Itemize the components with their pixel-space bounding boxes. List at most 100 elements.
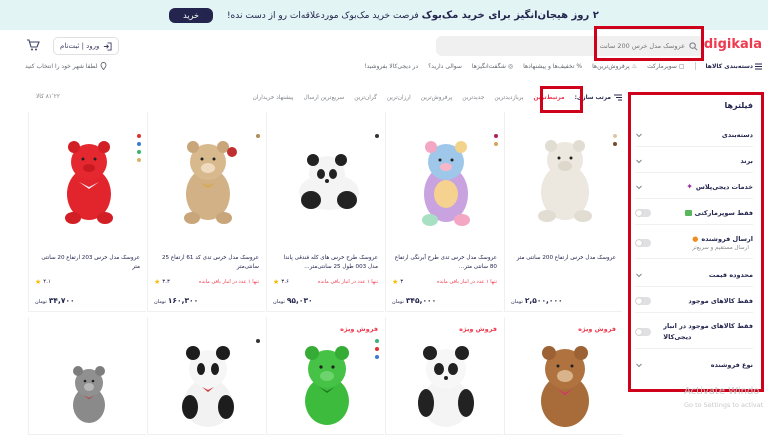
- color-swatches: [375, 339, 379, 359]
- color-dot: [375, 355, 379, 359]
- banner-buy-button[interactable]: خرید: [169, 7, 213, 23]
- product-card[interactable]: [147, 317, 265, 435]
- product-meta: تنها ۱ عدد در انبار باقی مانده ۳.۳ ★: [154, 278, 259, 286]
- sort-most-expensive[interactable]: گران‌ترین: [354, 95, 377, 101]
- seller-shipping-toggle[interactable]: [635, 238, 651, 247]
- star-icon: ★: [392, 278, 399, 286]
- toman-label: تومان: [35, 299, 47, 305]
- product-image[interactable]: [400, 130, 492, 230]
- star-icon: ★: [273, 278, 280, 286]
- stock-warning: تنها ۱ عدد در انبار باقی مانده: [318, 279, 378, 285]
- stock-warning: تنها ۱ عدد در انبار باقی مانده: [437, 279, 497, 285]
- color-dot: [375, 134, 379, 138]
- filter-price-range[interactable]: محدوده قیمت: [635, 263, 753, 287]
- product-image[interactable]: [519, 331, 611, 431]
- product-card[interactable]: فروش ویژه: [266, 317, 384, 435]
- color-dot: [613, 134, 617, 138]
- nav-faq[interactable]: سوالی دارید؟: [428, 63, 462, 70]
- filter-seller-shipping[interactable]: ارسال فروشنده ● ارسال مستقیم و سریع‌تر: [635, 227, 753, 259]
- star-icon: ★: [35, 278, 42, 286]
- color-dot: [375, 347, 379, 351]
- nav-amazing[interactable]: ◎ شگفت‌انگیزها: [472, 63, 513, 70]
- product-rating: ۳ ★: [392, 278, 404, 286]
- product-card[interactable]: فروش ویژه: [504, 317, 622, 435]
- product-title[interactable]: عروسک مدل خرس ارتفاع 200 سانتی متر: [511, 254, 616, 272]
- product-price: ۱۶۰,۳۰۰ تومان: [154, 296, 199, 305]
- filter-seller-type[interactable]: نوع فروشنده: [635, 353, 753, 377]
- color-swatches: [494, 134, 498, 146]
- product-title[interactable]: عروسک مدل خرس 203 ارتفاع 20 سانتی متر: [35, 254, 140, 272]
- filter-digiplus[interactable]: خدمات دیجی‌پلاس ✦: [635, 175, 753, 199]
- product-price: ۲,۵۰۰,۰۰۰ تومان: [511, 296, 563, 305]
- fire-icon: ♨: [631, 62, 638, 70]
- login-label: ورود | ثبت‌نام: [60, 42, 100, 50]
- sort-buyers-choice[interactable]: پیشنهاد خریداران: [253, 95, 294, 101]
- sort-bestselling[interactable]: پرفروش‌ترین: [421, 95, 453, 101]
- product-rating: ۳.۳ ★: [154, 278, 170, 286]
- filter-brand[interactable]: برند: [635, 149, 753, 173]
- warehouse-toggle[interactable]: [635, 327, 651, 336]
- product-price: ۳۴۵,۰۰۰ تومان: [392, 296, 437, 305]
- sort-bar: مرتب سازی: مرتبط‌ترین پربازدیدترین جدیدت…: [28, 91, 622, 107]
- nav-categories[interactable]: دسته‌بندی کالاها: [706, 63, 762, 70]
- star-icon: ★: [154, 278, 161, 286]
- product-card[interactable]: [28, 317, 146, 435]
- product-card[interactable]: عروسک مدل خرس 203 ارتفاع 20 سانتی متر ۴.۱…: [28, 112, 146, 312]
- percent-icon: %: [576, 62, 583, 70]
- filter-category[interactable]: دسته‌بندی: [635, 123, 753, 147]
- color-dot: [137, 150, 141, 154]
- cart-icon[interactable]: [26, 38, 40, 52]
- sort-newest[interactable]: جدیدترین: [462, 95, 484, 101]
- product-card[interactable]: عروسک مدل خرس تدی طرح آبرنگی ارتفاع 80 س…: [385, 112, 503, 312]
- product-rating: ۳.۶ ★: [273, 278, 289, 286]
- menu-icon: [755, 63, 762, 69]
- result-count: ۸۱٬۲۲ کالا: [36, 94, 60, 100]
- product-meta: تنها ۱ عدد در انبار باقی مانده ۳.۶ ★: [273, 278, 378, 286]
- nav-bestsellers[interactable]: ♨ پرفروش‌ترین‌ها: [592, 63, 637, 70]
- product-image[interactable]: [519, 130, 611, 230]
- product-meta: ۴.۱ ★: [35, 278, 140, 286]
- color-dot: [256, 339, 260, 343]
- available-toggle[interactable]: [635, 296, 651, 305]
- location-selector[interactable]: لطفا شهر خود را انتخاب کنید: [25, 62, 107, 70]
- product-image[interactable]: [281, 331, 373, 431]
- login-button[interactable]: ورود | ثبت‌نام: [53, 37, 120, 55]
- sort-icon: [614, 94, 622, 101]
- product-image[interactable]: [162, 331, 254, 431]
- nav-offers[interactable]: % تخفیف‌ها و پیشنهادها: [523, 63, 582, 70]
- product-card[interactable]: عروسک طرح خرس های کله فندقی پاندا مدل 00…: [266, 112, 384, 312]
- color-dot: [137, 142, 141, 146]
- stock-warning: تنها ۱ عدد در انبار باقی مانده: [199, 279, 259, 285]
- product-image[interactable]: [43, 130, 135, 230]
- supermarket-toggle[interactable]: [635, 208, 651, 217]
- product-image[interactable]: [281, 130, 373, 230]
- filter-available-only[interactable]: فقط کالاهای موجود: [635, 289, 753, 313]
- nav-sell[interactable]: در دیجی‌کالا بفروشید!: [364, 63, 418, 70]
- banner-text: ۲ روز هیجان‌انگیز برای خرید مک‌بوک فرصت …: [226, 9, 599, 21]
- product-price: ۹۵,۰۳۰ تومان: [273, 296, 313, 305]
- filter-warehouse-only[interactable]: فقط کالاهای موجود در انبار دیجی‌کالا: [635, 315, 753, 349]
- sort-most-viewed[interactable]: پربازدیدترین: [494, 95, 523, 101]
- product-card[interactable]: فروش ویژه: [385, 317, 503, 435]
- chevron-down-icon: [636, 185, 642, 189]
- product-title[interactable]: عروسک طرح خرس های کله فندقی پاندا مدل 00…: [273, 254, 379, 272]
- plus-star-icon: ✦: [686, 182, 693, 191]
- product-card[interactable]: عروسک مدل خرس ارتفاع 200 سانتی متر ۲,۵۰۰,…: [504, 112, 622, 312]
- main-nav: دسته‌بندی کالاها ▢ سوپرمارکت ♨ پرفروش‌ترین…: [0, 62, 768, 76]
- nav-supermarket[interactable]: ▢ سوپرمارکت: [647, 63, 684, 70]
- sort-cheapest[interactable]: ارزان‌ترین: [387, 95, 411, 101]
- special-sale-badge: فروش ویژه: [340, 325, 378, 333]
- product-image[interactable]: [162, 130, 254, 230]
- product-card[interactable]: عروسک مدل خرس تدی کد 61 ارتفاع 25 سانتی‌…: [147, 112, 265, 312]
- sort-fastest-shipping[interactable]: سریع‌ترین ارسال: [304, 95, 345, 101]
- product-image[interactable]: [43, 331, 135, 431]
- product-title[interactable]: عروسک مدل خرس تدی کد 61 ارتفاع 25 سانتی‌…: [154, 254, 259, 272]
- color-swatches: [613, 134, 617, 146]
- product-title[interactable]: عروسک مدل خرس تدی طرح آبرنگی ارتفاع 80 س…: [392, 254, 497, 272]
- product-image[interactable]: [400, 331, 492, 431]
- filters-title: فیلترها: [724, 101, 753, 110]
- filter-supermarket-only[interactable]: فقط سوپرمارکتی: [635, 201, 753, 225]
- login-icon: [104, 41, 112, 51]
- digikala-logo[interactable]: digikala: [704, 37, 762, 52]
- sort-highlight-box: [540, 86, 583, 113]
